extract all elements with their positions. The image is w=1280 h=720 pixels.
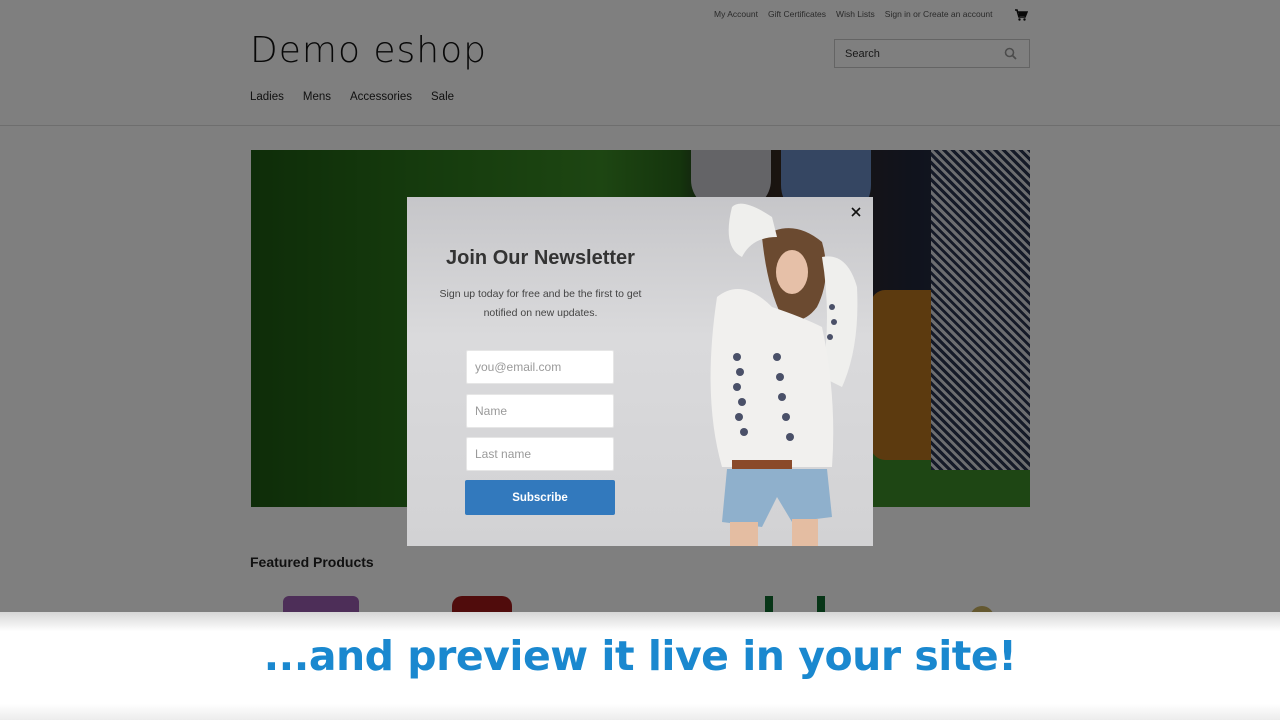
popup-title: Join Our Newsletter: [446, 247, 635, 269]
popup-description: Sign up today for free and be the first …: [439, 288, 642, 319]
email-field[interactable]: [466, 350, 614, 384]
caption-banner: ...and preview it live in your site!: [0, 612, 1280, 720]
name-field[interactable]: [466, 394, 614, 428]
close-icon[interactable]: [848, 204, 864, 220]
subscribe-button[interactable]: Subscribe: [465, 480, 615, 515]
last-name-field[interactable]: [466, 437, 614, 471]
model-photo: [710, 203, 858, 546]
newsletter-popup: Join Our Newsletter Sign up today for fr…: [407, 197, 873, 546]
caption-text: ...and preview it live in your site!: [263, 632, 1017, 680]
